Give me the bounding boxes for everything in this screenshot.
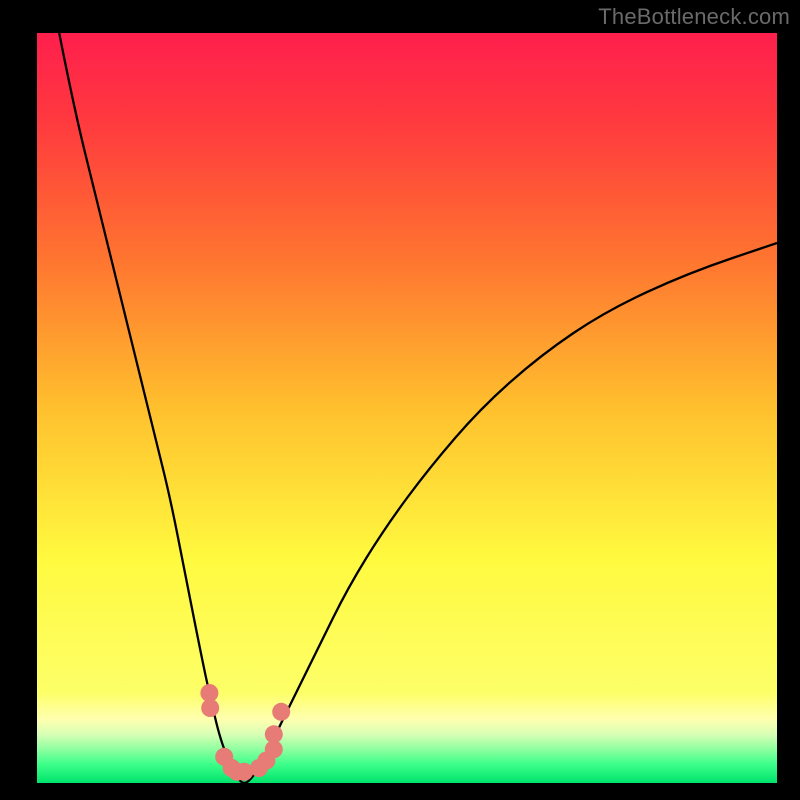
bottleneck-plot — [0, 0, 800, 800]
highlight-marker — [272, 703, 290, 721]
highlight-marker — [265, 725, 283, 743]
chart-frame: TheBottleneck.com — [0, 0, 800, 800]
highlight-marker — [201, 699, 219, 717]
